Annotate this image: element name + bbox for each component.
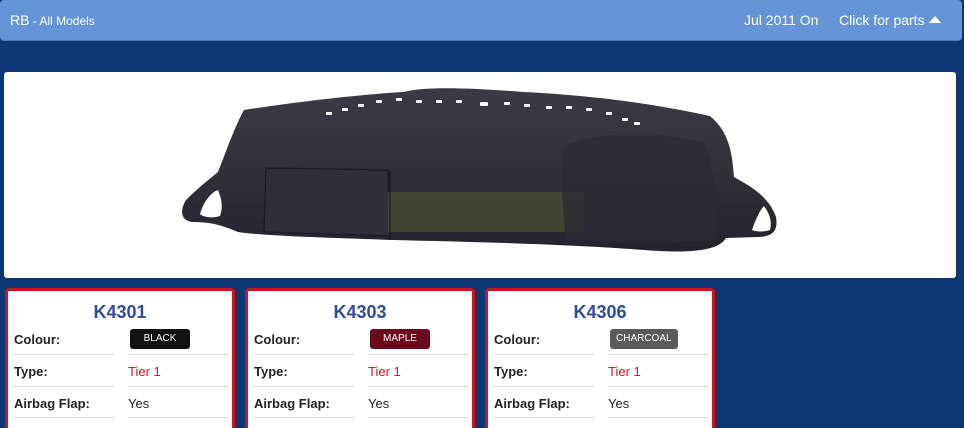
row-divider [254, 386, 354, 387]
product-image-panel [4, 72, 956, 278]
product-code[interactable]: K4306 [488, 302, 712, 323]
airbag-flap-value: Yes [128, 396, 150, 411]
product-code[interactable]: K4301 [8, 302, 232, 323]
colour-label: Colour: [494, 332, 541, 347]
row-divider [14, 386, 114, 387]
product-code[interactable]: K4303 [248, 302, 472, 323]
product-card[interactable]: K4303 Colour: MAPLE Type: Tier 1 Airbag … [245, 288, 475, 428]
row-divider [128, 386, 228, 387]
model-subtitle: - All Models [29, 14, 95, 28]
product-card[interactable]: K4301 Colour: BLACK Type: Tier 1 Airbag … [5, 288, 235, 428]
caret-up-icon [928, 16, 941, 23]
click-for-parts-toggle[interactable]: Click for parts [839, 12, 941, 28]
dash-mat-image [182, 88, 777, 252]
colour-badge: BLACK [130, 329, 190, 349]
row-divider [128, 417, 228, 418]
product-card[interactable]: K4306 Colour: CHARCOAL Type: Tier 1 Airb… [485, 288, 715, 428]
colour-badge: MAPLE [370, 329, 430, 349]
row-divider [494, 386, 594, 387]
type-label: Type: [494, 364, 528, 379]
row-divider [368, 386, 468, 387]
row-divider [494, 417, 594, 418]
type-value: Tier 1 [128, 364, 161, 379]
type-value: Tier 1 [368, 364, 401, 379]
model-name: RB [10, 12, 30, 28]
airbag-flap-label: Airbag Flap: [494, 396, 570, 411]
row-divider [14, 417, 114, 418]
airbag-flap-value: Yes [368, 396, 390, 411]
type-label: Type: [254, 364, 288, 379]
row-divider [254, 417, 354, 418]
row-divider [608, 354, 708, 355]
row-divider [368, 417, 468, 418]
airbag-flap-label: Airbag Flap: [14, 396, 90, 411]
row-divider [14, 354, 114, 355]
airbag-flap-label: Airbag Flap: [254, 396, 330, 411]
row-divider [128, 354, 228, 355]
model-header-bar[interactable]: RB - All Models Jul 2011 On Click for pa… [0, 0, 962, 41]
model-date-range: Jul 2011 On [744, 12, 819, 28]
row-divider [254, 354, 354, 355]
colour-label: Colour: [14, 332, 61, 347]
type-value: Tier 1 [608, 364, 641, 379]
click-for-parts-label: Click for parts [839, 12, 925, 28]
colour-badge: CHARCOAL [610, 329, 678, 349]
row-divider [608, 417, 708, 418]
type-label: Type: [14, 364, 48, 379]
airbag-flap-value: Yes [608, 396, 630, 411]
row-divider [368, 354, 468, 355]
colour-label: Colour: [254, 332, 301, 347]
row-divider [608, 386, 708, 387]
model-title: RB - All Models [10, 12, 95, 28]
row-divider [494, 354, 594, 355]
